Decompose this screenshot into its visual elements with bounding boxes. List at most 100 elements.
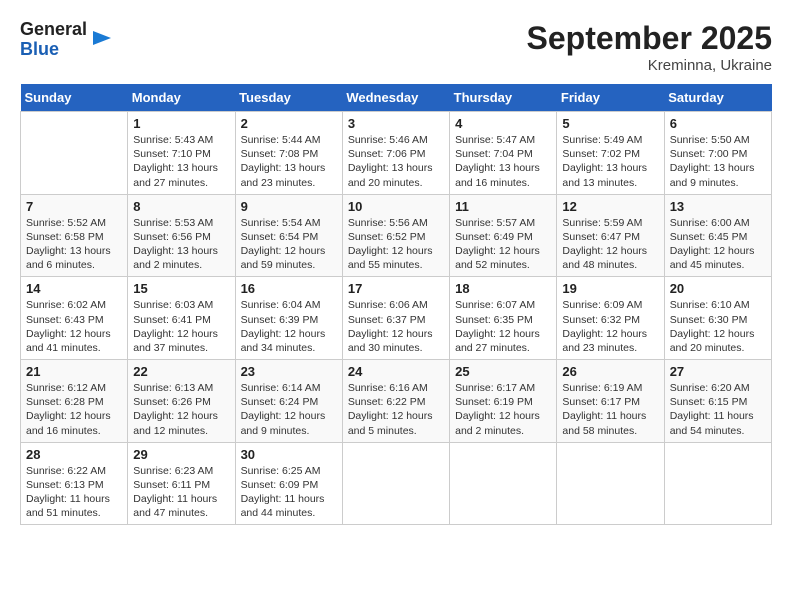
day-number: 11: [455, 199, 551, 214]
column-header-wednesday: Wednesday: [342, 84, 449, 112]
day-number: 22: [133, 364, 229, 379]
day-info: Sunrise: 6:20 AMSunset: 6:15 PMDaylight:…: [670, 381, 766, 438]
day-info: Sunrise: 5:46 AMSunset: 7:06 PMDaylight:…: [348, 133, 444, 190]
day-info: Sunrise: 5:47 AMSunset: 7:04 PMDaylight:…: [455, 133, 551, 190]
page-header: General Blue September 2025 Kreminna, Uk…: [20, 20, 772, 74]
logo-line2: Blue: [20, 40, 87, 60]
logo: General Blue: [20, 20, 113, 60]
calendar-cell: 9 Sunrise: 5:54 AMSunset: 6:54 PMDaylight…: [235, 194, 342, 277]
calendar-cell: 27 Sunrise: 6:20 AMSunset: 6:15 PMDayligh…: [664, 360, 771, 443]
day-info: Sunrise: 5:54 AMSunset: 6:54 PMDaylight:…: [241, 216, 337, 273]
calendar-cell: 24 Sunrise: 6:16 AMSunset: 6:22 PMDayligh…: [342, 360, 449, 443]
calendar-cell: 22 Sunrise: 6:13 AMSunset: 6:26 PMDayligh…: [128, 360, 235, 443]
day-info: Sunrise: 6:17 AMSunset: 6:19 PMDaylight:…: [455, 381, 551, 438]
day-info: Sunrise: 6:19 AMSunset: 6:17 PMDaylight:…: [562, 381, 658, 438]
calendar-cell: 2 Sunrise: 5:44 AMSunset: 7:08 PMDaylight…: [235, 112, 342, 195]
column-header-friday: Friday: [557, 84, 664, 112]
day-number: 25: [455, 364, 551, 379]
location-subtitle: Kreminna, Ukraine: [527, 57, 772, 74]
calendar-cell: [664, 442, 771, 525]
column-header-thursday: Thursday: [450, 84, 557, 112]
calendar-cell: 6Sunrise: 5:50 AMSunset: 7:00 PMDaylight…: [664, 112, 771, 195]
day-number: 9: [241, 199, 337, 214]
column-header-saturday: Saturday: [664, 84, 771, 112]
calendar-cell: [557, 442, 664, 525]
day-info: Sunrise: 6:03 AMSunset: 6:41 PMDaylight:…: [133, 298, 229, 355]
month-title: September 2025: [527, 20, 772, 57]
day-number: 19: [562, 281, 658, 296]
day-info: Sunrise: 6:14 AMSunset: 6:24 PMDaylight:…: [241, 381, 337, 438]
day-info: Sunrise: 6:04 AMSunset: 6:39 PMDaylight:…: [241, 298, 337, 355]
day-number: 5: [562, 116, 658, 131]
calendar-cell: 28 Sunrise: 6:22 AMSunset: 6:13 PMDayligh…: [21, 442, 128, 525]
day-info: Sunrise: 5:44 AMSunset: 7:08 PMDaylight:…: [241, 133, 337, 190]
day-info: Sunrise: 6:02 AMSunset: 6:43 PMDaylight:…: [26, 298, 122, 355]
week-row-4: 21 Sunrise: 6:12 AMSunset: 6:28 PMDayligh…: [21, 360, 772, 443]
day-number: 2: [241, 116, 337, 131]
day-info: Sunrise: 5:43 AMSunset: 7:10 PMDaylight:…: [133, 133, 229, 190]
day-number: 27: [670, 364, 766, 379]
day-info: Sunrise: 6:23 AMSunset: 6:11 PMDaylight:…: [133, 464, 229, 521]
day-number: 3: [348, 116, 444, 131]
day-info: Sunrise: 6:25 AMSunset: 6:09 PMDaylight:…: [241, 464, 337, 521]
calendar-cell: 20 Sunrise: 6:10 AMSunset: 6:30 PMDayligh…: [664, 277, 771, 360]
day-info: Sunrise: 6:10 AMSunset: 6:30 PMDaylight:…: [670, 298, 766, 355]
day-number: 18: [455, 281, 551, 296]
day-number: 20: [670, 281, 766, 296]
calendar-cell: 18 Sunrise: 6:07 AMSunset: 6:35 PMDayligh…: [450, 277, 557, 360]
day-info: Sunrise: 6:07 AMSunset: 6:35 PMDaylight:…: [455, 298, 551, 355]
day-number: 30: [241, 447, 337, 462]
day-number: 21: [26, 364, 122, 379]
day-info: Sunrise: 6:06 AMSunset: 6:37 PMDaylight:…: [348, 298, 444, 355]
day-number: 6: [670, 116, 766, 131]
calendar-cell: 17 Sunrise: 6:06 AMSunset: 6:37 PMDayligh…: [342, 277, 449, 360]
calendar-cell: [450, 442, 557, 525]
column-header-monday: Monday: [128, 84, 235, 112]
day-info: Sunrise: 6:16 AMSunset: 6:22 PMDaylight:…: [348, 381, 444, 438]
calendar-cell: 7Sunrise: 5:52 AMSunset: 6:58 PMDaylight…: [21, 194, 128, 277]
week-row-5: 28 Sunrise: 6:22 AMSunset: 6:13 PMDayligh…: [21, 442, 772, 525]
calendar-cell: 3 Sunrise: 5:46 AMSunset: 7:06 PMDaylight…: [342, 112, 449, 195]
week-row-2: 7Sunrise: 5:52 AMSunset: 6:58 PMDaylight…: [21, 194, 772, 277]
calendar-cell: 14Sunrise: 6:02 AMSunset: 6:43 PMDayligh…: [21, 277, 128, 360]
day-number: 29: [133, 447, 229, 462]
week-row-3: 14Sunrise: 6:02 AMSunset: 6:43 PMDayligh…: [21, 277, 772, 360]
calendar-cell: 11 Sunrise: 5:57 AMSunset: 6:49 PMDayligh…: [450, 194, 557, 277]
calendar-cell: [21, 112, 128, 195]
day-number: 10: [348, 199, 444, 214]
calendar-cell: 4 Sunrise: 5:47 AMSunset: 7:04 PMDaylight…: [450, 112, 557, 195]
day-info: Sunrise: 6:00 AMSunset: 6:45 PMDaylight:…: [670, 216, 766, 273]
calendar-cell: 21 Sunrise: 6:12 AMSunset: 6:28 PMDayligh…: [21, 360, 128, 443]
day-number: 13: [670, 199, 766, 214]
day-info: Sunrise: 5:56 AMSunset: 6:52 PMDaylight:…: [348, 216, 444, 273]
calendar-header-row: SundayMondayTuesdayWednesdayThursdayFrid…: [21, 84, 772, 112]
day-info: Sunrise: 6:12 AMSunset: 6:28 PMDaylight:…: [26, 381, 122, 438]
calendar-cell: 8Sunrise: 5:53 AMSunset: 6:56 PMDaylight…: [128, 194, 235, 277]
title-section: September 2025 Kreminna, Ukraine: [527, 20, 772, 74]
day-info: Sunrise: 6:09 AMSunset: 6:32 PMDaylight:…: [562, 298, 658, 355]
day-number: 24: [348, 364, 444, 379]
day-info: Sunrise: 5:49 AMSunset: 7:02 PMDaylight:…: [562, 133, 658, 190]
day-info: Sunrise: 6:22 AMSunset: 6:13 PMDaylight:…: [26, 464, 122, 521]
day-number: 26: [562, 364, 658, 379]
calendar-cell: 1Sunrise: 5:43 AMSunset: 7:10 PMDaylight…: [128, 112, 235, 195]
day-number: 17: [348, 281, 444, 296]
logo-text: General Blue: [20, 20, 87, 60]
day-info: Sunrise: 5:59 AMSunset: 6:47 PMDaylight:…: [562, 216, 658, 273]
day-number: 16: [241, 281, 337, 296]
calendar-cell: 5 Sunrise: 5:49 AMSunset: 7:02 PMDaylight…: [557, 112, 664, 195]
calendar-cell: [342, 442, 449, 525]
column-header-sunday: Sunday: [21, 84, 128, 112]
day-info: Sunrise: 5:57 AMSunset: 6:49 PMDaylight:…: [455, 216, 551, 273]
day-info: Sunrise: 5:53 AMSunset: 6:56 PMDaylight:…: [133, 216, 229, 273]
day-number: 28: [26, 447, 122, 462]
calendar-cell: 13 Sunrise: 6:00 AMSunset: 6:45 PMDayligh…: [664, 194, 771, 277]
day-number: 4: [455, 116, 551, 131]
logo-line1: General: [20, 20, 87, 40]
calendar-cell: 15Sunrise: 6:03 AMSunset: 6:41 PMDayligh…: [128, 277, 235, 360]
calendar-cell: 16 Sunrise: 6:04 AMSunset: 6:39 PMDayligh…: [235, 277, 342, 360]
day-number: 23: [241, 364, 337, 379]
calendar-cell: 10 Sunrise: 5:56 AMSunset: 6:52 PMDayligh…: [342, 194, 449, 277]
day-info: Sunrise: 6:13 AMSunset: 6:26 PMDaylight:…: [133, 381, 229, 438]
calendar-cell: 19 Sunrise: 6:09 AMSunset: 6:32 PMDayligh…: [557, 277, 664, 360]
